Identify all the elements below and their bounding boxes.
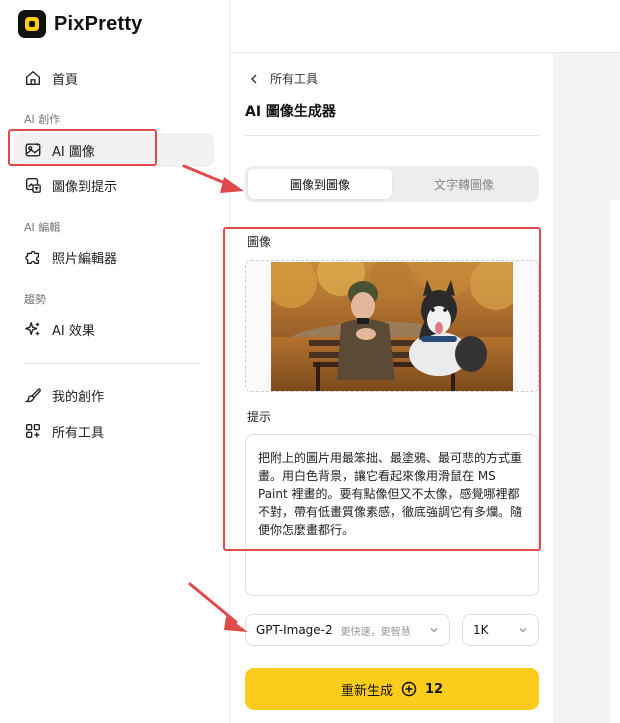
canvas-area-edge bbox=[611, 200, 620, 723]
sidebar-item-image-to-prompt[interactable]: 圖像到提示 bbox=[14, 168, 214, 202]
sidebar-divider bbox=[24, 363, 200, 364]
top-bar bbox=[230, 0, 620, 53]
image-upload-area[interactable] bbox=[245, 260, 539, 392]
resolution-select[interactable]: 1K bbox=[462, 614, 539, 646]
sidebar-item-label: AI 效果 bbox=[52, 323, 95, 339]
sidebar-item-ai-effects[interactable]: AI 效果 bbox=[14, 312, 214, 346]
model-description: 更快速，更智慧 bbox=[340, 626, 411, 638]
uploaded-photo bbox=[271, 262, 513, 391]
tab-text-to-image[interactable]: 文字轉圖像 bbox=[392, 169, 536, 199]
regenerate-button[interactable]: 重新生成 12 bbox=[245, 668, 539, 710]
brand-name: PixPretty bbox=[54, 12, 143, 35]
sidebar-item-label: 我的創作 bbox=[52, 389, 105, 405]
sidebar-item-ai-image[interactable]: AI 圖像 bbox=[14, 133, 214, 167]
sidebar-item-label: 圖像到提示 bbox=[52, 179, 118, 195]
prompt-text: 把附上的圖片用最笨拙、最塗鴉、最可悲的方式重畫。用白色背景，讓它看起來像用滑鼠在… bbox=[258, 451, 523, 537]
chevron-down-icon bbox=[430, 628, 438, 633]
tab-image-to-image[interactable]: 圖像到圖像 bbox=[248, 169, 392, 199]
back-link-label: 所有工具 bbox=[270, 72, 319, 86]
model-select[interactable]: GPT-Image-2 更快速，更智慧 bbox=[245, 614, 450, 646]
brush-icon bbox=[24, 388, 41, 403]
section-label-ai-create: AI 創作 bbox=[24, 113, 61, 126]
home-icon bbox=[26, 71, 40, 85]
prompt-field-label: 提示 bbox=[247, 410, 272, 424]
sidebar-item-label: AI 圖像 bbox=[52, 144, 95, 160]
mode-tabs: 圖像到圖像 文字轉圖像 bbox=[245, 166, 539, 202]
credit-cost: 12 bbox=[424, 681, 444, 697]
image-field-label: 圖像 bbox=[247, 235, 272, 249]
credit-plus-icon bbox=[401, 681, 417, 697]
app-root: PixPretty 首頁 AI 創作 AI 圖像 圖像到提示 AI 編輯 照片編… bbox=[0, 0, 620, 723]
regenerate-label: 重新生成 bbox=[340, 683, 393, 699]
resolution-value: 1K bbox=[473, 623, 489, 637]
image-sparkle-icon bbox=[25, 142, 41, 157]
sidebar-item-all-tools[interactable]: 所有工具 bbox=[14, 414, 214, 448]
grid-icon bbox=[26, 424, 40, 438]
sidebar: PixPretty 首頁 AI 創作 AI 圖像 圖像到提示 AI 編輯 照片編… bbox=[0, 0, 230, 723]
brand-logo[interactable]: PixPretty bbox=[18, 10, 143, 38]
page-title: AI 圖像生成器 bbox=[245, 104, 336, 120]
model-name: GPT-Image-2 bbox=[256, 623, 333, 637]
title-divider bbox=[245, 135, 539, 136]
prompt-textarea[interactable]: 把附上的圖片用最笨拙、最塗鴉、最可悲的方式重畫。用白色背景，讓它看起來像用滑鼠在… bbox=[245, 434, 539, 596]
chevron-left-icon bbox=[251, 74, 257, 83]
sidebar-item-label: 所有工具 bbox=[52, 425, 105, 441]
back-link[interactable]: 所有工具 bbox=[248, 70, 318, 87]
logo-mark-icon bbox=[18, 10, 46, 38]
sidebar-item-photo-editor[interactable]: 照片編輯器 bbox=[14, 240, 214, 274]
chevron-down-icon bbox=[519, 628, 527, 633]
puzzle-icon bbox=[25, 250, 40, 264]
sparkle-icon bbox=[25, 322, 40, 336]
canvas-area bbox=[553, 53, 620, 723]
sidebar-item-label: 照片編輯器 bbox=[52, 251, 118, 267]
sidebar-item-label: 首頁 bbox=[52, 72, 79, 88]
sidebar-item-my-creations[interactable]: 我的創作 bbox=[14, 378, 214, 412]
sidebar-item-home[interactable]: 首頁 bbox=[14, 61, 214, 95]
image-text-icon bbox=[26, 178, 41, 193]
section-label-ai-edit: AI 編輯 bbox=[24, 221, 61, 234]
section-label-trends: 趨勢 bbox=[24, 293, 46, 306]
